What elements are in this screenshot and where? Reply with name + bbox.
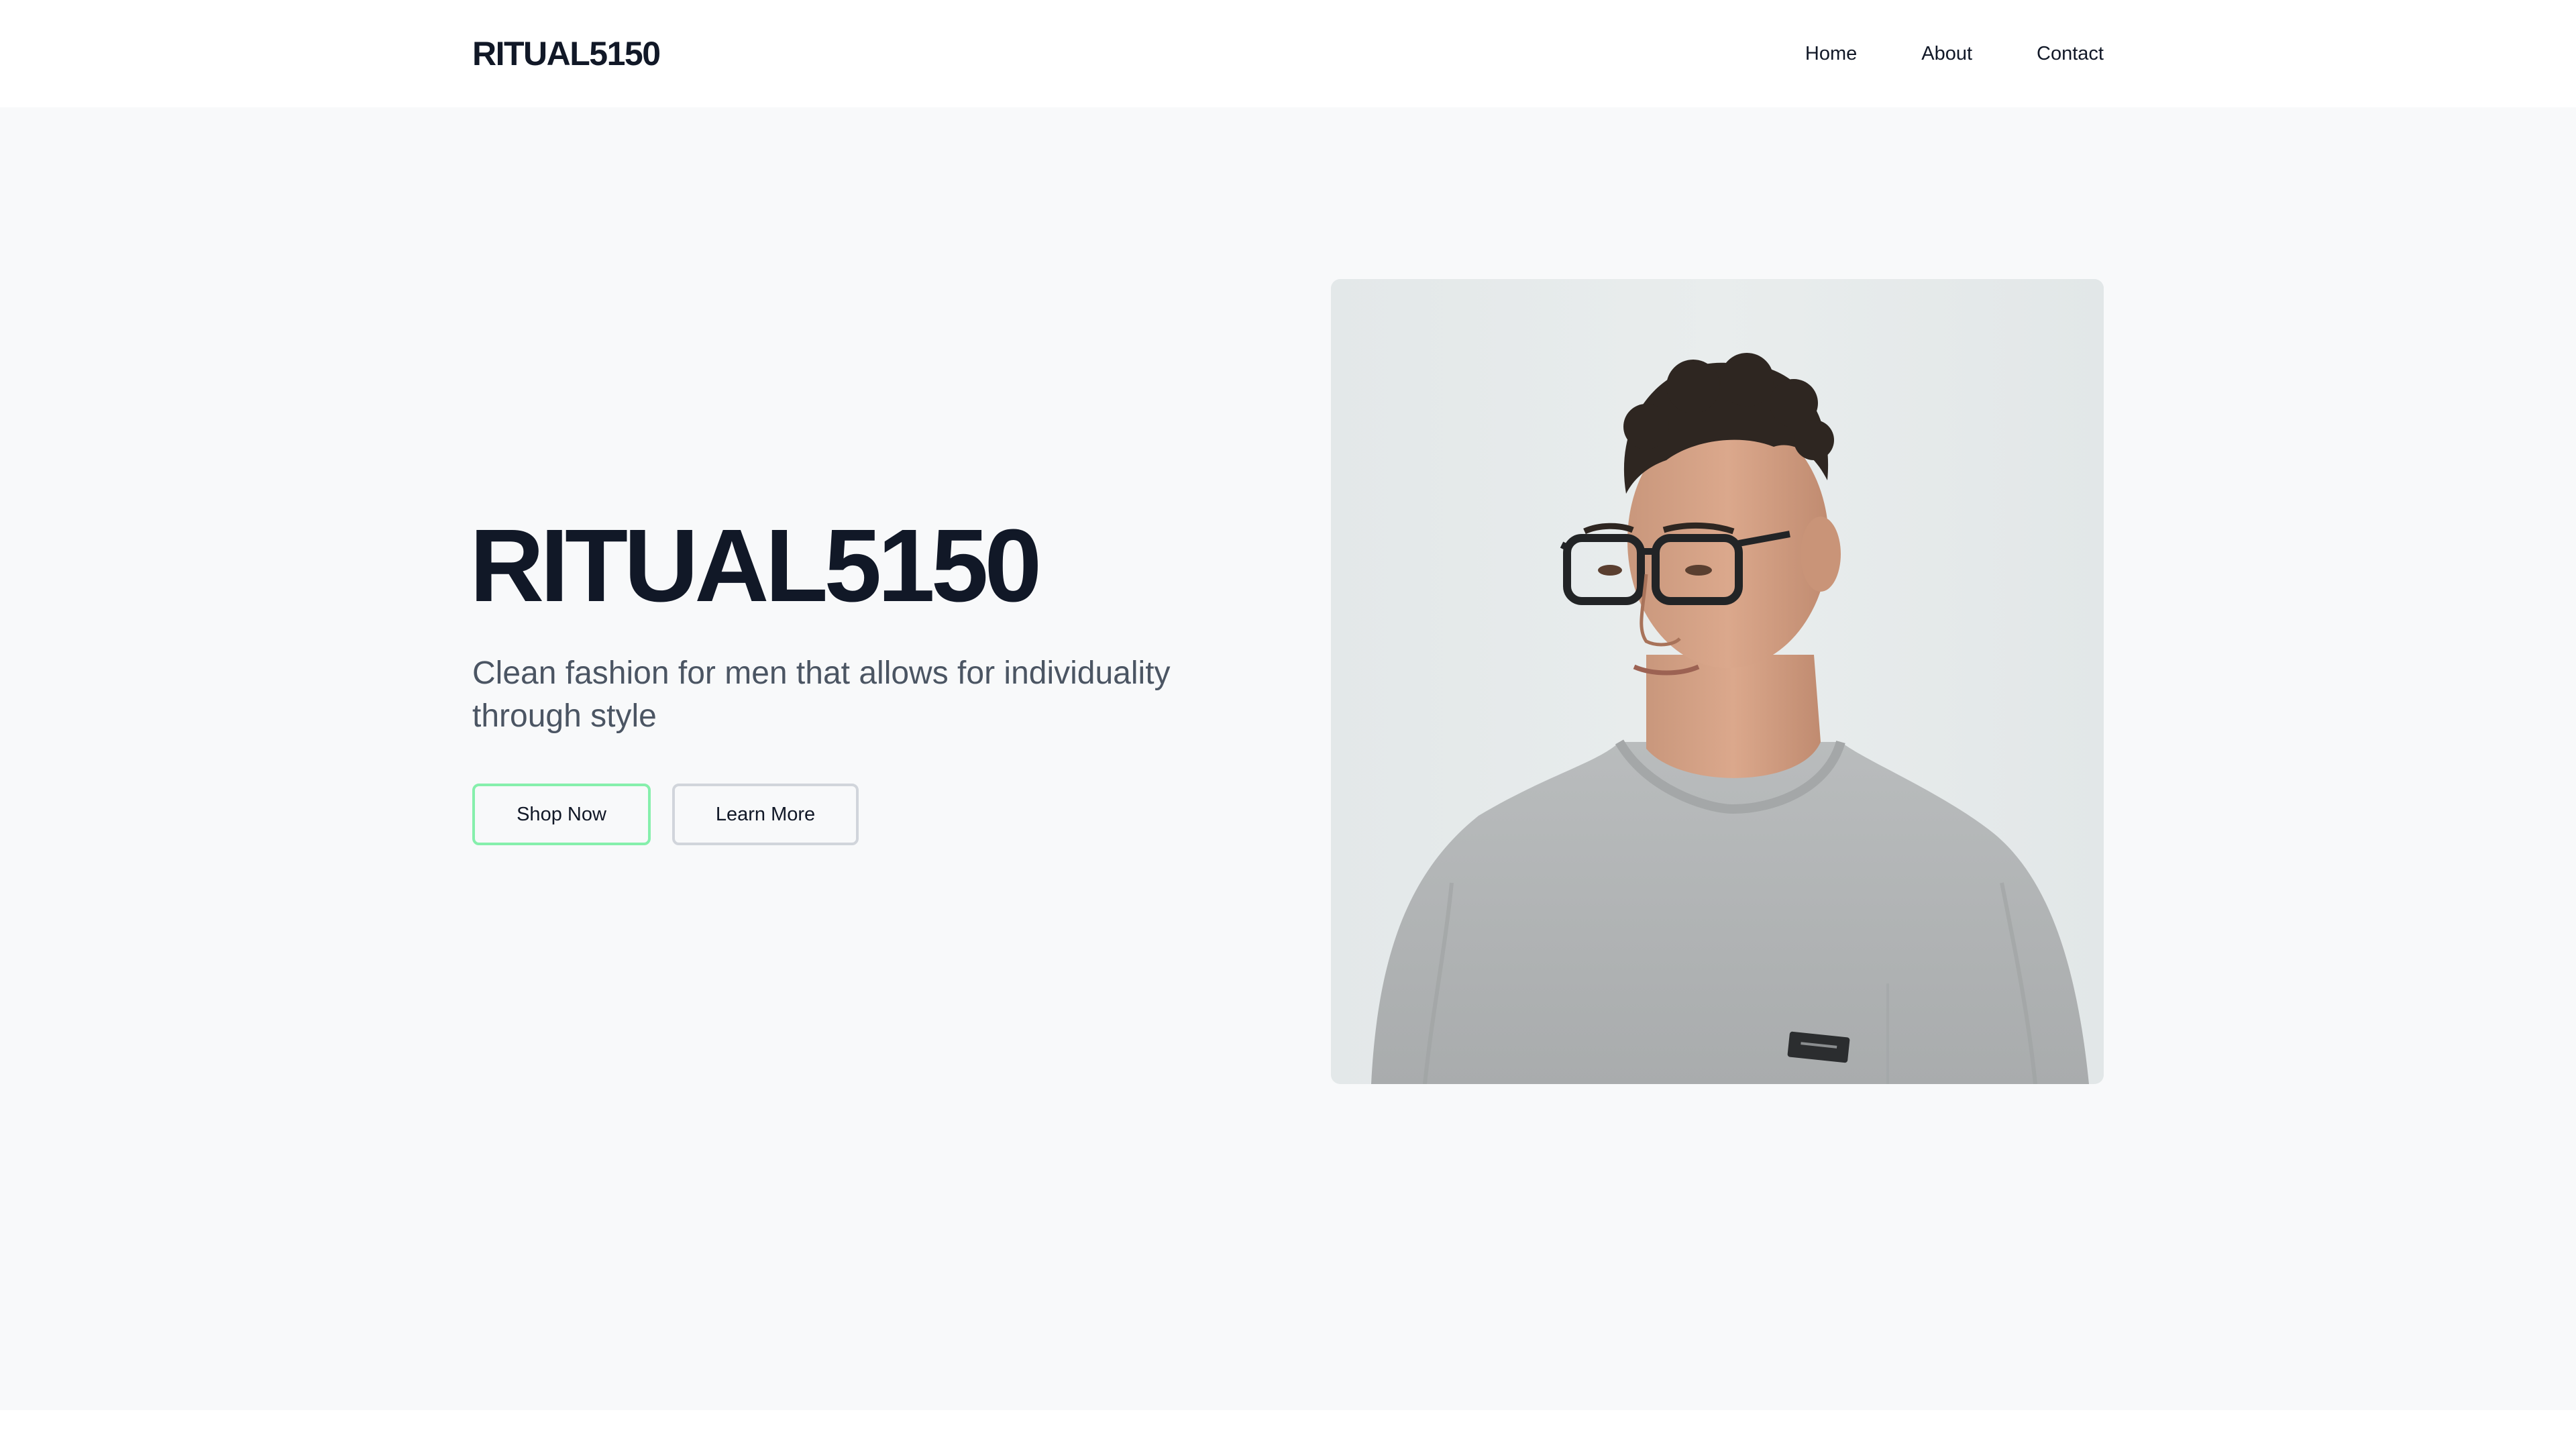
nav-home-link[interactable]: Home [1805, 42, 1857, 66]
nav-contact-link[interactable]: Contact [2037, 42, 2104, 66]
model-photo [1331, 279, 2104, 1084]
site-header: RITUAL5150 Home About Contact [0, 0, 2576, 107]
hero-subtitle: Clean fashion for men that allows for in… [472, 655, 1171, 734]
page-bottom-strip [0, 1410, 2576, 1449]
main-nav: Home About Contact [1741, 42, 2104, 66]
hero-title: RITUAL5150 [470, 508, 1042, 623]
nav-about-link[interactable]: About [1921, 42, 1972, 66]
shop-now-button[interactable]: Shop Now [472, 784, 651, 845]
hero-image [1331, 279, 2104, 1084]
hero-section: RITUAL5150 Clean fashion for men that al… [0, 107, 2576, 1410]
learn-more-button[interactable]: Learn More [672, 784, 859, 845]
site-logo[interactable]: RITUAL5150 [472, 34, 661, 74]
